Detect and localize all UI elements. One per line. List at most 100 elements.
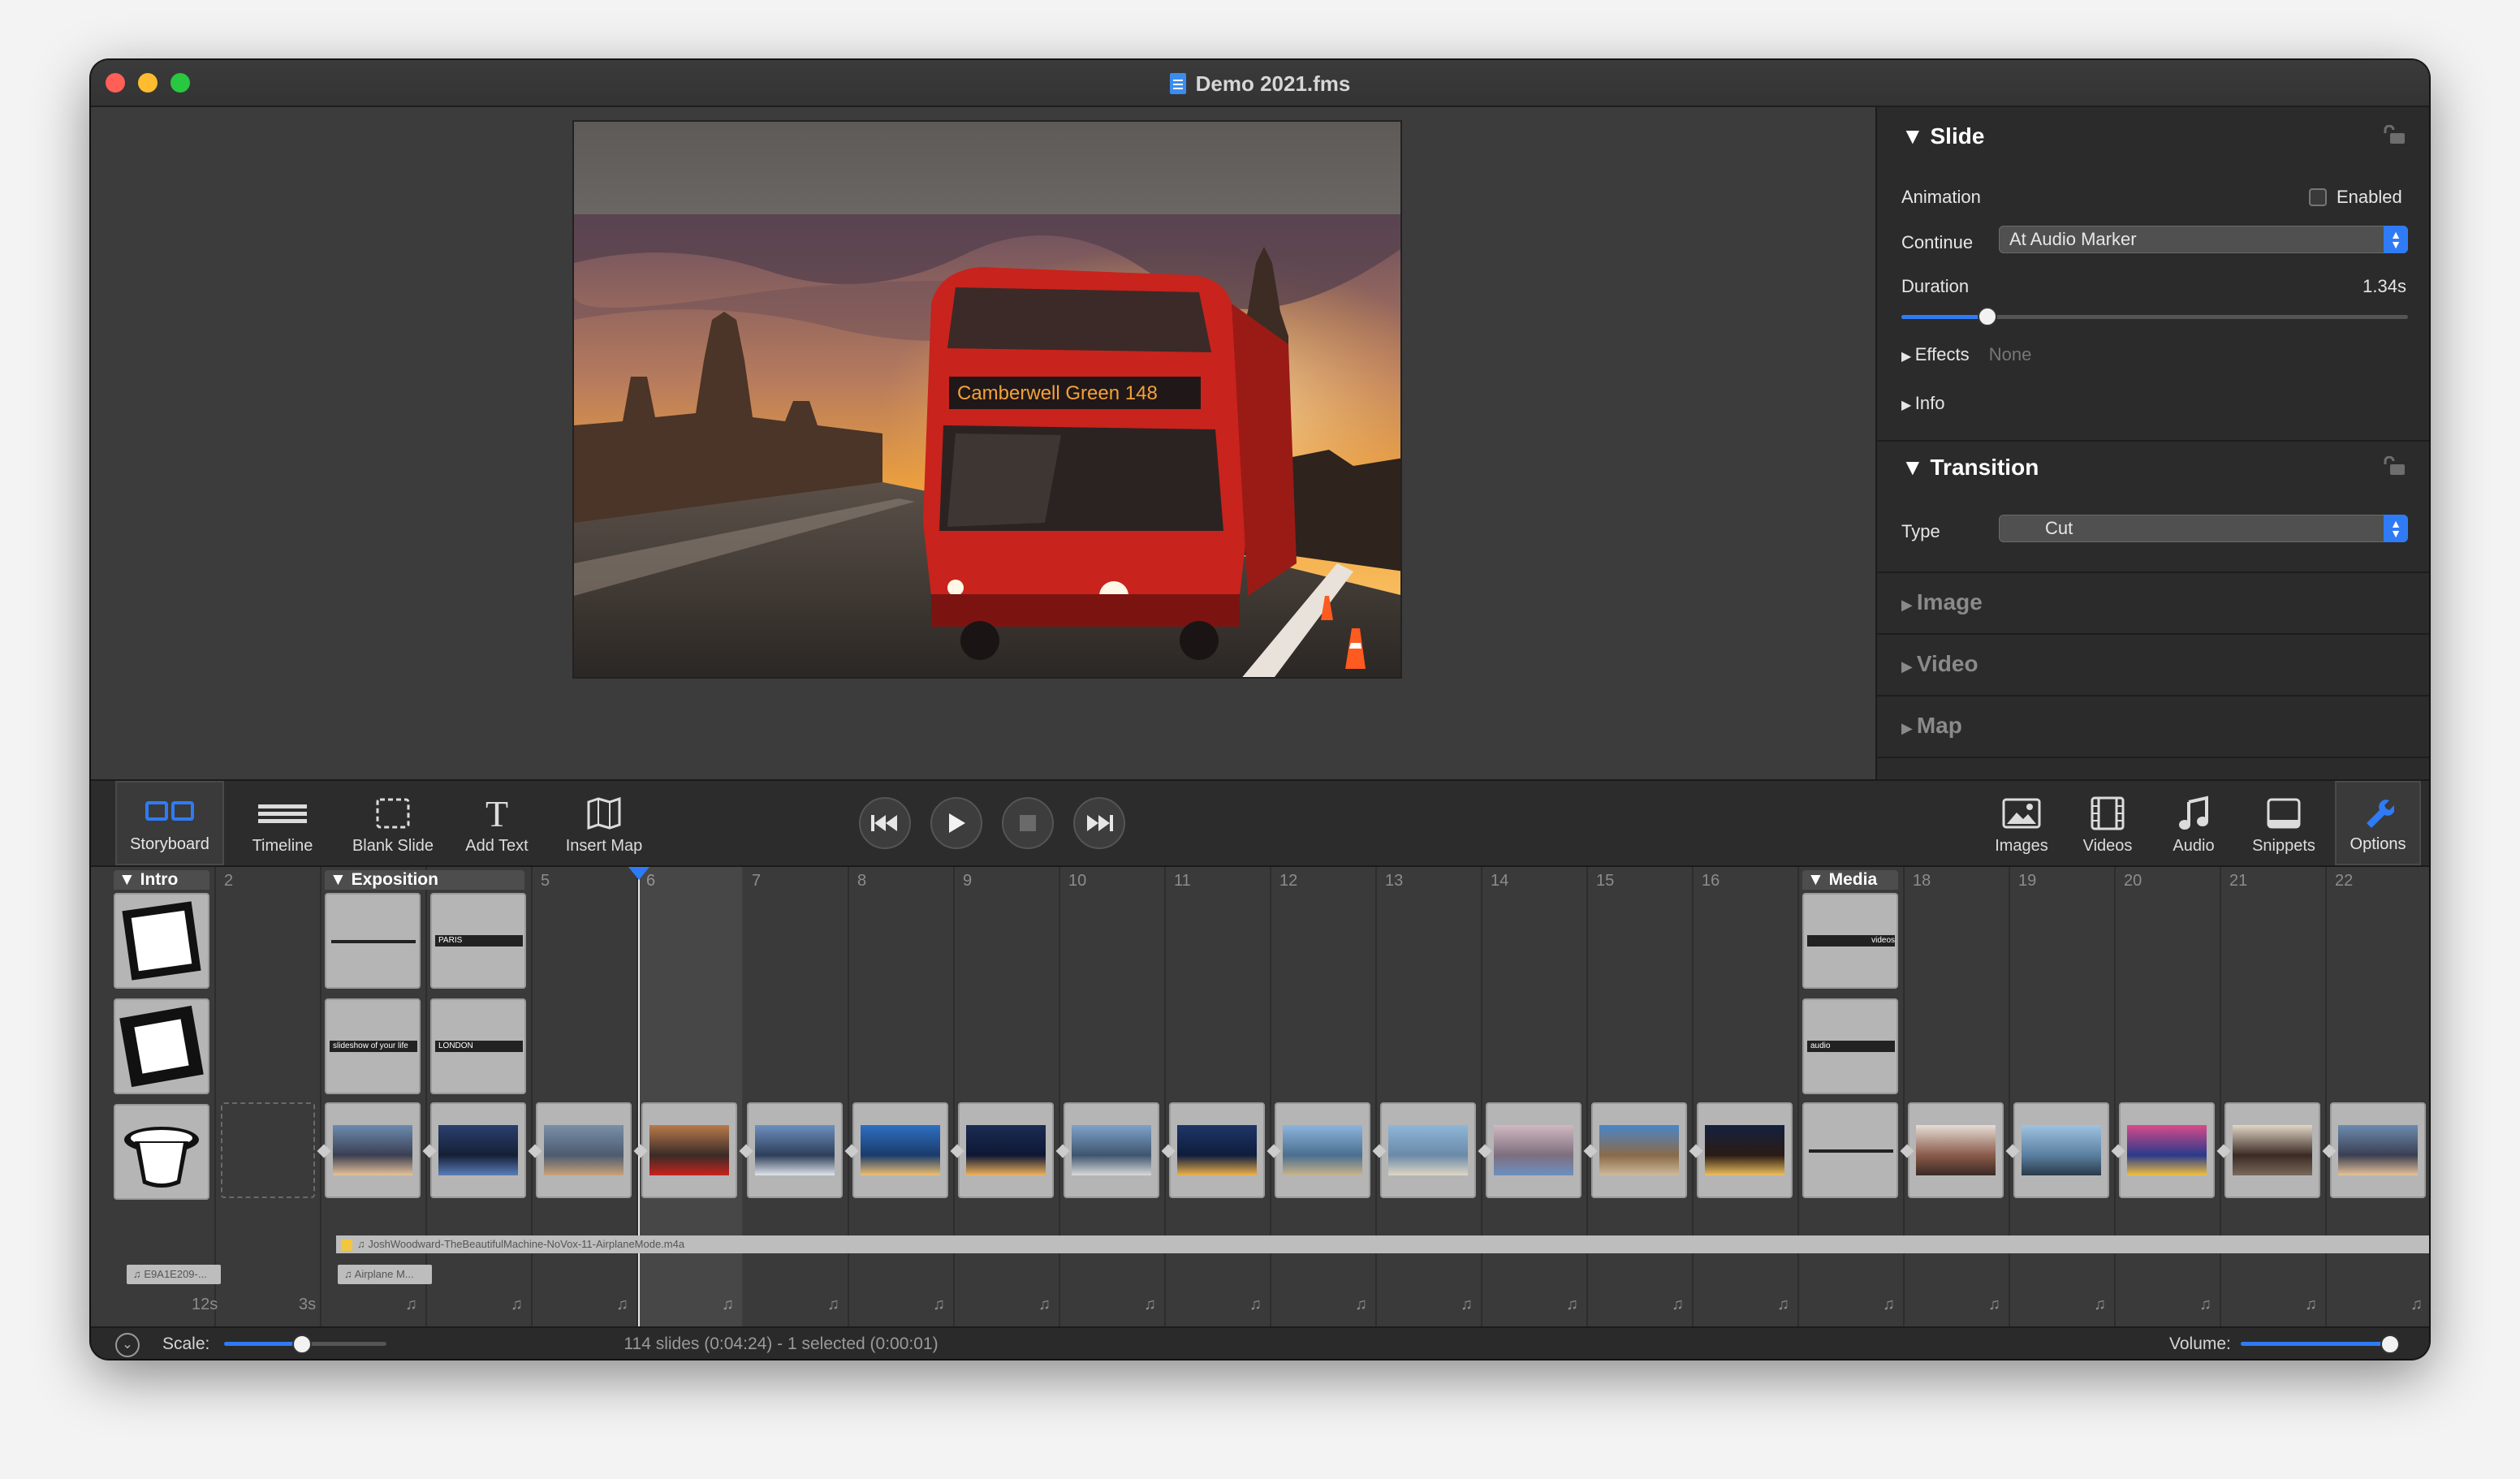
- animation-enabled-checkbox[interactable]: Enabled: [2309, 187, 2402, 208]
- effects-row[interactable]: ▶ Effects None: [1901, 344, 2031, 365]
- column-number: 20: [2124, 872, 2142, 890]
- effects-label: Effects: [1914, 344, 1970, 364]
- text-slide[interactable]: slideshow of your life: [325, 998, 421, 1094]
- video-section-header[interactable]: ▶ Video: [1901, 651, 1978, 677]
- text-slide-caption: audio: [1807, 1041, 1895, 1052]
- duration-slider-knob[interactable]: [1978, 307, 1998, 326]
- photo-slide[interactable]: [1486, 1102, 1581, 1198]
- section-divider: [1877, 695, 2429, 696]
- photo-slide[interactable]: [2013, 1102, 2109, 1198]
- text-slide-caption: slideshow of your life: [330, 1041, 417, 1052]
- preview-area: Camberwell Green 148: [91, 107, 1875, 779]
- blank-slide-button[interactable]: Blank Slide: [344, 781, 442, 865]
- text-slide[interactable]: audio: [1802, 998, 1898, 1094]
- images-button[interactable]: Images: [1981, 781, 2062, 865]
- unlock-icon[interactable]: [2382, 456, 2406, 476]
- photo-slide[interactable]: [1064, 1102, 1159, 1198]
- photo-slide[interactable]: [641, 1102, 737, 1198]
- group-header[interactable]: ▼ Exposition: [325, 870, 524, 890]
- text-slide[interactable]: PARIS: [430, 893, 526, 989]
- disclosure-right-icon: ▶: [1901, 720, 1917, 736]
- slide-section-header[interactable]: ▼ Slide: [1901, 123, 1984, 149]
- transition-section-header[interactable]: ▼ Transition: [1901, 455, 2039, 481]
- storyboard-column: 7 ♫: [744, 867, 849, 1326]
- photo-slide[interactable]: [1275, 1102, 1370, 1198]
- intro-duration: 12s: [192, 1296, 218, 1313]
- photo-slide[interactable]: [1908, 1102, 2004, 1198]
- photo-slide[interactable]: [325, 1102, 421, 1198]
- info-row[interactable]: ▶ Info: [1901, 393, 1944, 414]
- photo-slide[interactable]: [430, 1102, 526, 1198]
- music-note-icon: ♫: [357, 1238, 369, 1250]
- photo-slide[interactable]: [852, 1102, 948, 1198]
- playhead[interactable]: [638, 867, 640, 1326]
- column-number: 13: [1385, 872, 1404, 890]
- disclosure-down-icon: ▼: [1901, 123, 1931, 149]
- video-section-title: Video: [1916, 651, 1978, 676]
- disclosure-right-icon: ▶: [1901, 399, 1915, 412]
- intro-slide[interactable]: [114, 998, 209, 1094]
- audio-warning-icon: [341, 1239, 352, 1251]
- duration-slider[interactable]: [1901, 305, 2408, 330]
- skip-back-button[interactable]: [859, 797, 911, 849]
- collapse-button[interactable]: ⌄: [115, 1333, 140, 1357]
- snippets-button[interactable]: Snippets: [2239, 781, 2328, 865]
- images-label: Images: [1995, 837, 2048, 855]
- photo-slide[interactable]: [1591, 1102, 1687, 1198]
- scale-slider[interactable]: [224, 1333, 386, 1356]
- photo-slide[interactable]: [747, 1102, 843, 1198]
- title-slide[interactable]: [325, 893, 421, 989]
- timeline-button[interactable]: Timeline: [234, 781, 331, 865]
- blank-media-slide[interactable]: [1802, 1102, 1898, 1198]
- blank-slide-label: Blank Slide: [352, 837, 434, 855]
- play-button[interactable]: [930, 797, 982, 849]
- volume-slider-knob[interactable]: [2380, 1335, 2400, 1354]
- audio-tag-exposition[interactable]: ♫ Airplane M...: [338, 1265, 432, 1284]
- text-slide[interactable]: LONDON: [430, 998, 526, 1094]
- photo-slide[interactable]: [2224, 1102, 2320, 1198]
- playhead-marker-icon[interactable]: [628, 867, 649, 880]
- text-slide[interactable]: videos: [1802, 893, 1898, 989]
- stop-button[interactable]: [1002, 797, 1054, 849]
- photo-slide[interactable]: [958, 1102, 1054, 1198]
- stop-icon: [1020, 815, 1036, 831]
- photo-slide[interactable]: [1169, 1102, 1265, 1198]
- music-note-icon: ♫: [1883, 1296, 1895, 1313]
- map-section-header[interactable]: ▶ Map: [1901, 713, 1962, 739]
- continue-popup[interactable]: At Audio Marker ▲ ▼: [1999, 226, 2408, 253]
- intro-slide[interactable]: [114, 893, 209, 989]
- window-title: Demo 2021.fms: [91, 60, 2429, 107]
- volume-slider[interactable]: [2241, 1333, 2400, 1356]
- audio-tag-intro[interactable]: ♫ E9A1E209-...: [127, 1265, 221, 1284]
- scale-slider-knob[interactable]: [292, 1335, 312, 1354]
- timeline-label: Timeline: [252, 837, 313, 855]
- photo-slide[interactable]: [1380, 1102, 1476, 1198]
- image-section-header[interactable]: ▶ Image: [1901, 589, 1983, 615]
- audio-button[interactable]: Audio: [2153, 781, 2234, 865]
- add-text-button[interactable]: T Add Text: [448, 781, 546, 865]
- scale-label: Scale:: [162, 1335, 210, 1353]
- snippets-icon: [2266, 795, 2302, 832]
- skip-forward-button[interactable]: [1073, 797, 1125, 849]
- group-header[interactable]: ▼ Media: [1802, 870, 1898, 890]
- unlock-icon[interactable]: [2382, 125, 2406, 144]
- music-note-icon: ♫: [1777, 1296, 1789, 1313]
- blank-slide-placeholder[interactable]: [221, 1102, 315, 1198]
- group-header[interactable]: ▼ Intro: [114, 870, 209, 890]
- photo-slide[interactable]: [2119, 1102, 2215, 1198]
- storyboard-timeline[interactable]: 23♫4♫5♫6♫7♫8♫9♫10♫11♫12♫13♫14♫15♫16♫17♫1…: [91, 867, 2429, 1326]
- intro-slide[interactable]: [114, 1104, 209, 1200]
- storyboard-button[interactable]: Storyboard: [115, 781, 224, 865]
- options-button[interactable]: Options: [2335, 781, 2421, 865]
- videos-button[interactable]: Videos: [2067, 781, 2148, 865]
- photo-slide[interactable]: [1697, 1102, 1793, 1198]
- animation-label: Animation: [1901, 187, 1981, 207]
- insert-map-button[interactable]: Insert Map: [552, 781, 656, 865]
- continue-label: Continue: [1901, 232, 1974, 252]
- transition-type-popup[interactable]: Cut ▲ ▼: [1999, 515, 2408, 542]
- photo-slide[interactable]: [2330, 1102, 2426, 1198]
- preview-sky-band: [574, 122, 1400, 214]
- audio-track-strip[interactable]: ♫ JoshWoodward-TheBeautifulMachine-NoVox…: [336, 1235, 2429, 1253]
- photo-slide[interactable]: [536, 1102, 632, 1198]
- map-section-title: Map: [1916, 713, 1962, 738]
